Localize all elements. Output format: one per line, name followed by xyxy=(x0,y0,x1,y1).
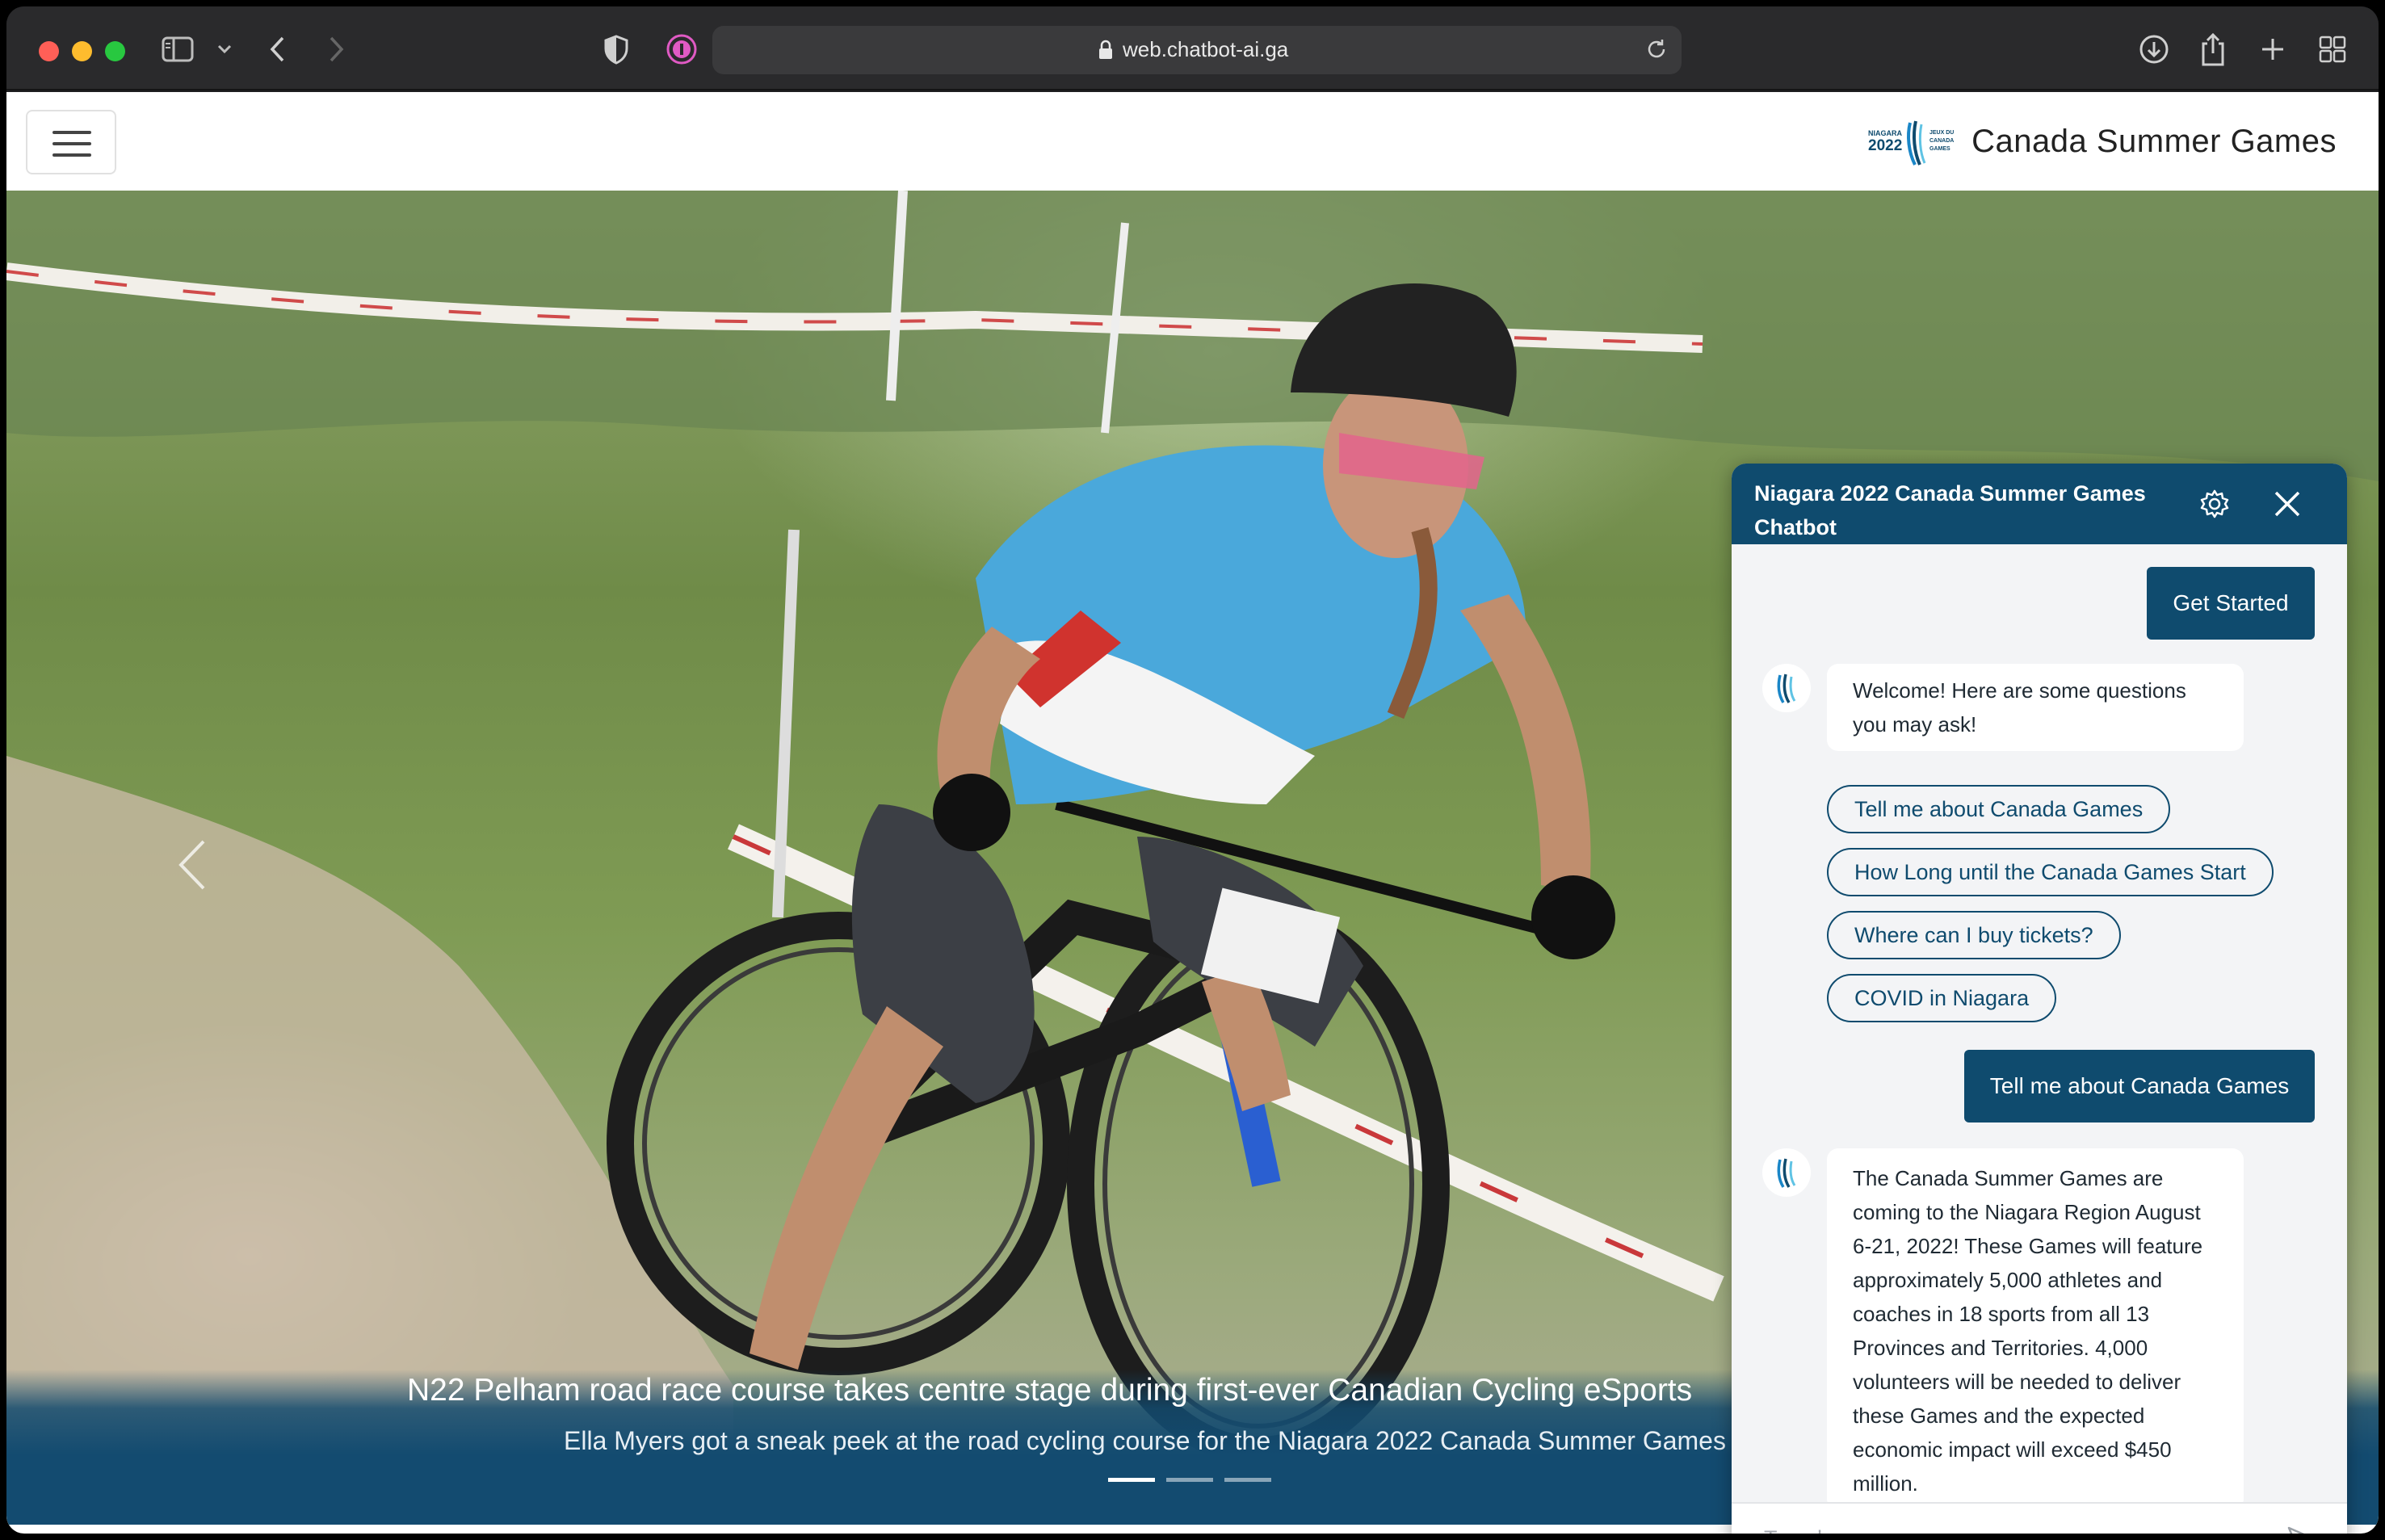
quick-reply-covid[interactable]: COVID in Niagara xyxy=(1827,974,2057,1022)
menu-bar-icon xyxy=(52,153,91,157)
gear-icon[interactable] xyxy=(2198,488,2231,520)
address-bar[interactable]: web.chatbot-ai.ga xyxy=(712,26,1682,74)
site-header: NIAGARA 2022 JEUX DU CANADA GAMES Canada… xyxy=(6,92,2379,191)
lock-icon xyxy=(1097,40,1115,64)
menu-button[interactable] xyxy=(26,110,116,174)
carousel-indicators xyxy=(1108,1478,1271,1482)
browser-window: web.chatbot-ai.ga NIAGARA 2022 JEUX DU C… xyxy=(6,6,2379,1534)
web-page: NIAGARA 2022 JEUX DU CANADA GAMES Canada… xyxy=(6,92,2379,1534)
carousel-dot[interactable] xyxy=(1224,1478,1271,1482)
svg-text:JEUX DU: JEUX DU xyxy=(1929,130,1954,136)
svg-text:2022: 2022 xyxy=(1868,137,1902,154)
close-window-button[interactable] xyxy=(39,41,59,61)
download-icon[interactable] xyxy=(2139,31,2169,68)
back-icon[interactable] xyxy=(268,31,288,68)
carousel-prev-icon[interactable] xyxy=(176,837,208,893)
bot-logo-icon xyxy=(1777,1158,1796,1188)
quick-reply-canada-games[interactable]: Tell me about Canada Games xyxy=(1827,785,2171,833)
sidebar-icon[interactable] xyxy=(162,31,194,68)
brand-name: Canada Summer Games xyxy=(1971,123,2337,159)
url-text: web.chatbot-ai.ga xyxy=(1123,37,1289,61)
reload-icon[interactable] xyxy=(1644,37,1669,65)
get-started-button[interactable]: Get Started xyxy=(2147,567,2315,640)
slide-title[interactable]: N22 Pelham road race course takes centre… xyxy=(407,1373,1692,1408)
close-icon[interactable] xyxy=(2271,488,2303,520)
menu-bar-icon xyxy=(52,131,91,134)
chatbot-widget: Niagara 2022 Canada Summer Games Chatbot… xyxy=(1732,464,2347,1534)
slide-subtitle: Ella Myers got a sneak peek at the road … xyxy=(564,1426,1748,1455)
bot-avatar xyxy=(1762,664,1811,712)
carousel-dot[interactable] xyxy=(1166,1478,1213,1482)
shield-icon[interactable] xyxy=(603,31,630,68)
tab-overview-icon[interactable] xyxy=(2318,31,2347,68)
chat-input-field[interactable]: Type here... xyxy=(1764,1526,1879,1534)
user-message: Tell me about Canada Games xyxy=(1964,1050,2315,1122)
bot-logo-icon xyxy=(1777,673,1796,703)
bot-avatar xyxy=(1762,1148,1811,1197)
svg-text:CANADA: CANADA xyxy=(1929,138,1954,144)
new-tab-icon[interactable] xyxy=(2260,31,2286,68)
quick-reply-countdown[interactable]: How Long until the Canada Games Start xyxy=(1827,848,2274,896)
menu-bar-icon xyxy=(52,142,91,145)
browser-toolbar: web.chatbot-ai.ga xyxy=(6,6,2379,90)
password-manager-icon[interactable] xyxy=(666,31,698,68)
niagara-2022-logo: NIAGARA 2022 JEUX DU CANADA GAMES xyxy=(1868,120,1954,166)
chatbot-title: Niagara 2022 Canada Summer Games Chatbot xyxy=(1754,481,2146,539)
bot-reply-message: The Canada Summer Games are coming to th… xyxy=(1827,1148,2244,1510)
zoom-window-button[interactable] xyxy=(105,41,125,61)
brand[interactable]: NIAGARA 2022 JEUX DU CANADA GAMES Canada… xyxy=(1866,113,2337,170)
quick-reply-tickets[interactable]: Where can I buy tickets? xyxy=(1827,911,2121,959)
chat-input-area[interactable]: Type here... xyxy=(1732,1502,2347,1534)
chatbot-header: Niagara 2022 Canada Summer Games Chatbot xyxy=(1732,464,2347,544)
svg-text:NIAGARA: NIAGARA xyxy=(1868,129,1902,137)
bot-welcome-message: Welcome! Here are some questions you may… xyxy=(1827,664,2244,751)
send-icon[interactable] xyxy=(2286,1523,2318,1534)
share-icon[interactable] xyxy=(2198,31,2228,68)
minimize-window-button[interactable] xyxy=(72,41,92,61)
chevron-down-icon[interactable] xyxy=(216,31,233,68)
svg-text:GAMES: GAMES xyxy=(1929,146,1950,152)
carousel-dot[interactable] xyxy=(1108,1478,1155,1482)
forward-icon[interactable] xyxy=(326,31,346,68)
